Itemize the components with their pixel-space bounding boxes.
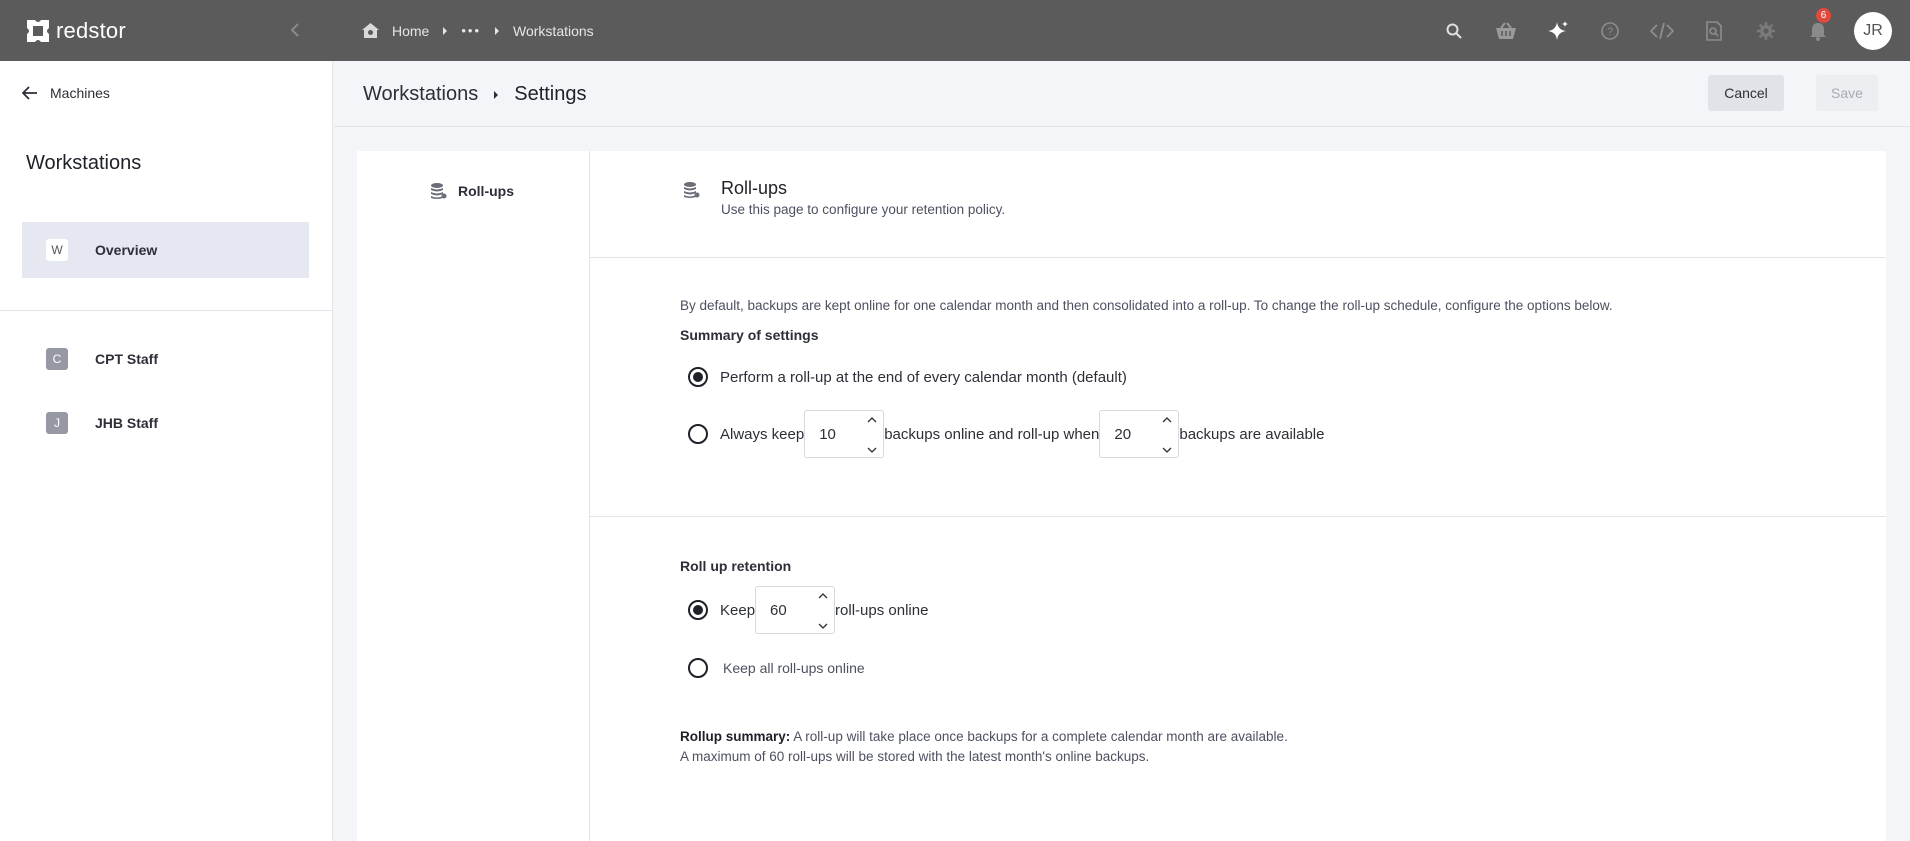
- rollup-summary-title: Rollup summary:: [680, 729, 791, 744]
- sidebar-item-overview[interactable]: W Overview: [22, 222, 309, 278]
- basket-icon[interactable]: [1480, 0, 1532, 61]
- option-custom-middle: backups online and roll-up when: [884, 425, 1100, 443]
- rollups-panel: Roll-ups Use this page to configure your…: [590, 151, 1886, 841]
- rollup-schedule-section: By default, backups are kept online for …: [590, 258, 1886, 517]
- cancel-button[interactable]: Cancel: [1708, 75, 1784, 111]
- sidebar-item-label: CPT Staff: [95, 351, 158, 367]
- user-avatar[interactable]: JR: [1854, 11, 1892, 50]
- stepper-arrows[interactable]: [818, 593, 828, 629]
- page-header: Workstations Settings Cancel Save: [334, 61, 1910, 127]
- back-link-label: Machines: [50, 85, 110, 101]
- chevron-right-icon: [441, 26, 449, 36]
- retention-keep-row: Keep 60 roll-ups online: [688, 585, 928, 635]
- breadcrumb-home[interactable]: Home: [361, 22, 429, 39]
- rollup-description: By default, backups are kept online for …: [680, 298, 1613, 313]
- option-custom-prefix: Always keep: [720, 425, 805, 443]
- database-stack-icon: [429, 182, 447, 200]
- chevron-up-icon: [867, 417, 877, 423]
- bell-icon[interactable]: 6: [1792, 0, 1844, 61]
- help-icon[interactable]: ?: [1584, 0, 1636, 61]
- sidebar-title: Workstations: [26, 152, 142, 174]
- file-search-icon[interactable]: [1688, 0, 1740, 61]
- breadcrumb-more[interactable]: •••: [461, 23, 481, 38]
- rollup-retention-section: Roll up retention Keep 60 roll-ups onlin…: [590, 517, 1886, 841]
- keep-backups-stepper[interactable]: 10: [804, 410, 885, 458]
- sidebar-item-letter: J: [46, 412, 68, 434]
- option-custom-suffix: backups are available: [1179, 425, 1325, 443]
- page-breadcrumb: Workstations Settings: [363, 83, 587, 106]
- sidebar-item-letter: C: [46, 348, 68, 370]
- sidebar-item-letter: W: [46, 239, 68, 261]
- stepper-arrows[interactable]: [1162, 417, 1172, 453]
- chevron-down-icon: [867, 447, 877, 453]
- rollup-summary-line2: A maximum of 60 roll-ups will be stored …: [680, 749, 1150, 764]
- breadcrumb-home-label: Home: [392, 22, 430, 39]
- rollups-header: Roll-ups Use this page to configure your…: [590, 151, 1886, 258]
- collapse-sidebar-chevron-left-icon[interactable]: [283, 18, 307, 42]
- back-to-machines-link[interactable]: Machines: [22, 85, 110, 101]
- sidebar-item-label: JHB Staff: [95, 415, 159, 431]
- retention-count-value: 60: [770, 601, 787, 619]
- sidebar-divider: [0, 310, 333, 311]
- top-bar: redstor Home ••• Workstations ? 6 JR: [0, 0, 1910, 61]
- settings-nav-item-rollups[interactable]: Roll-ups: [429, 182, 514, 200]
- redstor-logo-icon[interactable]: [24, 17, 52, 45]
- chevron-right-icon: [492, 90, 500, 100]
- database-stack-icon: [682, 181, 700, 204]
- sparkle-icon[interactable]: [1532, 0, 1584, 61]
- option-custom-row: Always keep 10 backups online and roll-u…: [688, 409, 1324, 459]
- svg-text:?: ?: [1607, 26, 1613, 38]
- radio-keep[interactable]: [688, 600, 708, 620]
- brand: redstor: [0, 0, 333, 61]
- chevron-up-icon: [818, 593, 828, 599]
- rollup-summary: Rollup summary: A roll-up will take plac…: [680, 727, 1288, 767]
- retention-keep-all-label: Keep all roll-ups online: [723, 660, 865, 676]
- settings-nav-item-label: Roll-ups: [458, 183, 514, 199]
- code-icon[interactable]: [1636, 0, 1688, 61]
- arrow-left-icon: [22, 86, 38, 100]
- chevron-right-icon: [493, 26, 501, 36]
- retention-keep-suffix: roll-ups online: [835, 601, 929, 619]
- settings-card: Roll-ups Roll-ups Use this page to confi…: [357, 151, 1886, 841]
- top-breadcrumb: Home ••• Workstations: [333, 0, 594, 61]
- breadcrumb-workstations-label: Workstations: [513, 22, 594, 39]
- page-breadcrumb-parent[interactable]: Workstations: [363, 83, 478, 106]
- sidebar-item-label: Overview: [95, 242, 158, 258]
- retention-keep-prefix: Keep: [720, 601, 756, 619]
- stepper-arrows[interactable]: [867, 417, 877, 453]
- chevron-down-icon: [818, 623, 828, 629]
- radio-default[interactable]: [688, 367, 708, 387]
- breadcrumb-workstations[interactable]: Workstations: [513, 23, 594, 39]
- notification-badge: 6: [1816, 8, 1831, 23]
- page-title: Settings: [514, 83, 587, 105]
- retention-label: Roll up retention: [680, 558, 792, 574]
- search-icon[interactable]: [1428, 0, 1480, 61]
- rollup-when-stepper[interactable]: 20: [1099, 410, 1180, 458]
- rollup-when-value: 20: [1114, 425, 1132, 443]
- radio-custom[interactable]: [688, 424, 708, 444]
- chevron-up-icon: [1162, 417, 1172, 423]
- option-default-label: Perform a roll-up at the end of every ca…: [720, 368, 1127, 386]
- home-icon: [361, 22, 380, 39]
- sidebar-item-jhb-staff[interactable]: J JHB Staff: [22, 395, 309, 451]
- retention-keep-all-row: Keep all roll-ups online: [688, 648, 865, 688]
- section-title: Roll-ups: [721, 178, 788, 198]
- rollup-summary-line1: A roll-up will take place once backups f…: [793, 729, 1288, 744]
- section-subtitle: Use this page to configure your retentio…: [721, 202, 1006, 217]
- sidebar: Machines Workstations W Overview C CPT S…: [0, 61, 333, 841]
- sidebar-item-cpt-staff[interactable]: C CPT Staff: [22, 331, 309, 387]
- keep-backups-value: 10: [819, 425, 836, 443]
- gear-icon[interactable]: [1740, 0, 1792, 61]
- brand-name: redstor: [56, 17, 126, 43]
- chevron-down-icon: [1162, 447, 1172, 453]
- summary-of-settings-label: Summary of settings: [680, 327, 819, 343]
- retention-count-stepper[interactable]: 60: [755, 586, 836, 634]
- save-button[interactable]: Save: [1816, 75, 1878, 111]
- ellipsis-icon: •••: [461, 23, 482, 38]
- option-default-row: Perform a roll-up at the end of every ca…: [688, 357, 1127, 397]
- top-actions: ? 6 JR: [1428, 0, 1910, 61]
- settings-nav: Roll-ups: [357, 151, 590, 841]
- radio-keep-all[interactable]: [688, 658, 708, 678]
